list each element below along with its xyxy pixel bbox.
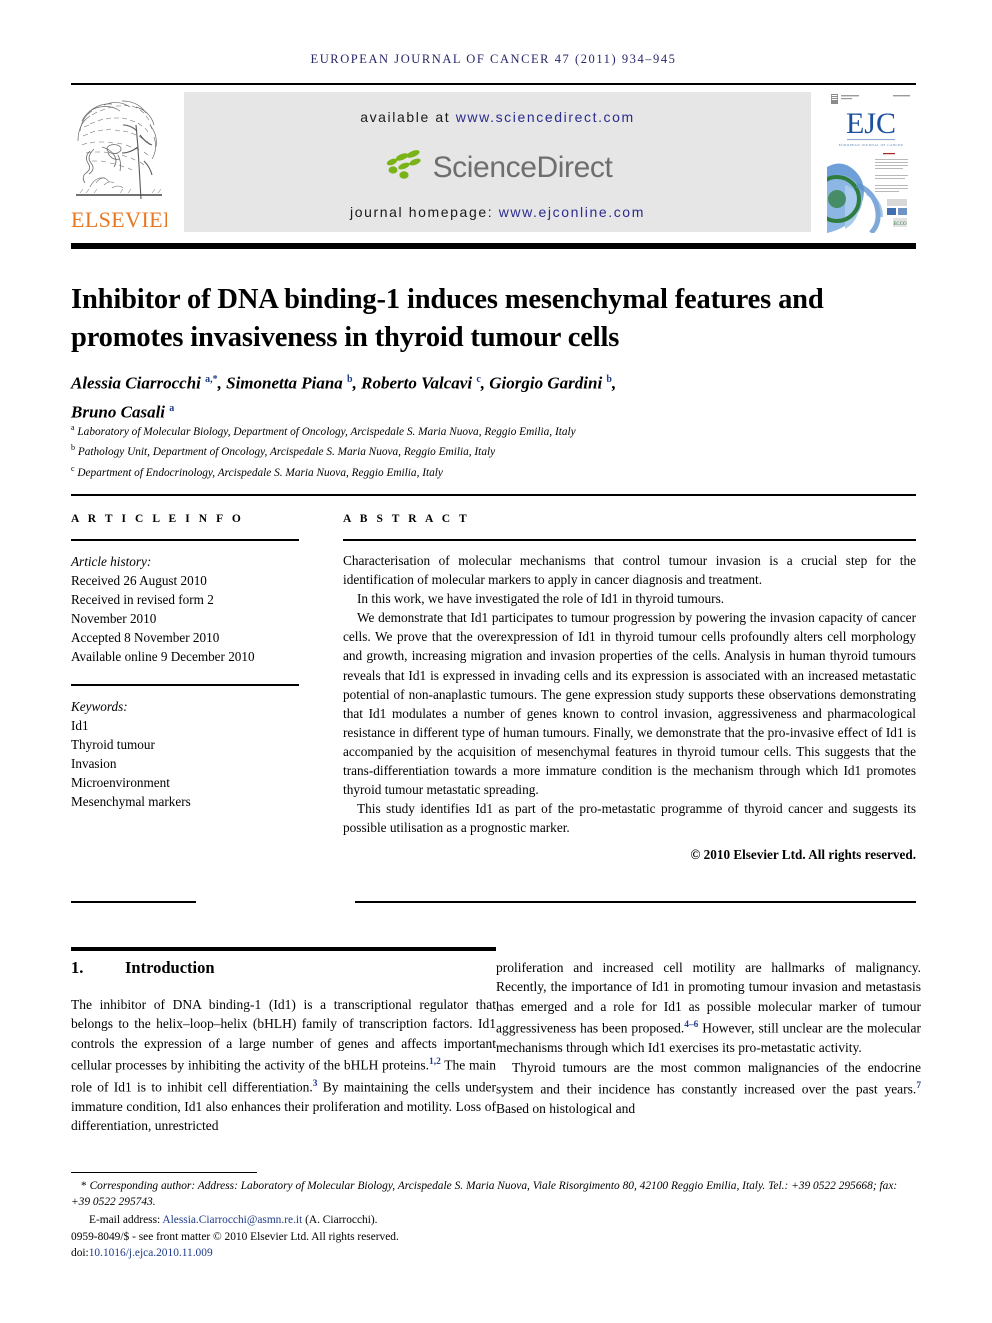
journal-homepage-line: journal homepage: www.ejconline.com: [184, 204, 811, 220]
email-attribution: (A. Ciarrocchi).: [302, 1213, 378, 1226]
body-paragraph: proliferation and increased cell motilit…: [496, 960, 921, 1056]
svg-text:ECCO: ECCO: [893, 222, 907, 227]
article-history-label: Article history:: [71, 554, 152, 569]
keywords-rule: [71, 684, 299, 686]
elsevier-logo: ELSEVIER: [71, 89, 167, 233]
section-heading-introduction: 1. Introduction: [71, 958, 496, 978]
article-info-rule: [71, 539, 299, 541]
svg-text:EUROPEAN JOURNAL OF CANCER: EUROPEAN JOURNAL OF CANCER: [839, 143, 904, 147]
email-label: E-mail address:: [89, 1213, 163, 1226]
available-at-line: available at www.sciencedirect.com: [184, 109, 811, 125]
affiliation-list: a Laboratory of Molecular Biology, Depar…: [71, 420, 911, 481]
available-at-label: available at: [360, 109, 456, 125]
abstract-paragraph: In this work, we have investigated the r…: [357, 591, 725, 607]
article-history-block: Article history: Received 26 August 2010…: [71, 552, 299, 666]
svg-text:EJC: EJC: [846, 107, 896, 140]
keywords-block: Keywords: Id1 Thyroid tumour Invasion Mi…: [71, 697, 299, 811]
keywords-label: Keywords:: [71, 699, 128, 714]
doi-link[interactable]: 10.1016/j.ejca.2010.11.009: [89, 1247, 213, 1259]
sciencedirect-link[interactable]: www.sciencedirect.com: [456, 109, 635, 125]
abstract-paragraph: Characterisation of molecular mechanisms…: [343, 553, 916, 588]
abstract-copyright: © 2010 Elsevier Ltd. All rights reserved…: [690, 847, 916, 863]
section-title-text: Introduction: [125, 958, 215, 977]
introduction-rule: [71, 947, 496, 951]
article-info-heading: A R T I C L E I N F O: [71, 513, 244, 525]
sciencedirect-wordmark: ScienceDirect: [432, 151, 613, 184]
email-line: E-mail address: Alessia.Ciarrocchi@asmn.…: [71, 1212, 916, 1228]
journal-cover-thumbnail: EJC EUROPEAN JOURNAL OF CANCER ECCO: [827, 89, 916, 233]
affiliation-item: a Laboratory of Molecular Biology, Depar…: [71, 423, 576, 438]
info-section-top-divider: [71, 494, 916, 496]
ejconline-link[interactable]: www.ejconline.com: [499, 204, 645, 220]
section-number: 1.: [71, 958, 84, 977]
history-item: Accepted 8 November 2010: [71, 630, 220, 645]
keyword-item: Microenvironment: [71, 775, 170, 790]
article-info-section: A R T I C L E I N F O Article history: R…: [71, 513, 299, 811]
sciencedirect-leaf-icon: [383, 149, 425, 188]
banner-bottom-divider: [71, 243, 916, 249]
keyword-item: Invasion: [71, 756, 117, 771]
affiliation-item: b Pathology Unit, Department of Oncology…: [71, 443, 496, 459]
body-column-right: proliferation and increased cell motilit…: [496, 958, 921, 1118]
publisher-banner: ELSEVIER available at www.sciencedirect.…: [71, 89, 916, 233]
masthead-divider: [71, 83, 916, 85]
author-line-1: Alessia Ciarrocchi a,*, Simonetta Piana …: [71, 373, 617, 393]
email-link[interactable]: Alessia.Ciarrocchi@asmn.re.it: [162, 1214, 302, 1226]
abstract-heading: A B S T R A C T: [343, 513, 470, 525]
abstract-section: A B S T R A C T Characterisation of mole…: [343, 513, 916, 863]
body-divider-right: [355, 901, 916, 903]
page-title: Inhibitor of DNA binding-1 induces mesen…: [71, 284, 824, 354]
sciencedirect-logo[interactable]: ScienceDirect: [184, 144, 811, 192]
history-item: Received 26 August 2010: [71, 573, 207, 588]
abstract-rule: [343, 539, 916, 541]
sciencedirect-strip: available at www.sciencedirect.com Scien…: [184, 92, 811, 232]
doi-line: doi:10.1016/j.ejca.2010.11.009: [71, 1245, 916, 1261]
footnote-divider: [71, 1172, 257, 1173]
homepage-label: journal homepage:: [350, 204, 499, 220]
body-paragraph: The inhibitor of DNA binding-1 (Id1) is …: [71, 997, 496, 1134]
journal-article-page: EUROPEAN JOURNAL OF CANCER 47 (2011) 934…: [0, 0, 992, 1323]
history-item: Available online 9 December 2010: [71, 649, 255, 664]
corresponding-author-marker: *: [81, 1180, 87, 1192]
body-divider-left: [71, 901, 196, 903]
abstract-paragraph: This study identifies Id1 as part of the…: [343, 801, 916, 836]
elsevier-wordmark: ELSEVIER: [71, 207, 167, 232]
elsevier-tree-icon: [74, 91, 164, 203]
corresponding-author-note: * Corresponding author: Address: Laborat…: [71, 1178, 916, 1211]
history-item: Received in revised form 2: [71, 592, 214, 607]
abstract-paragraph: We demonstrate that Id1 participates to …: [343, 610, 916, 798]
journal-citation-line: EUROPEAN JOURNAL OF CANCER 47 (2011) 934…: [310, 52, 677, 66]
keyword-item: Id1: [71, 718, 89, 733]
footnote-section: * Corresponding author: Address: Laborat…: [71, 1178, 916, 1261]
body-paragraph: Thyroid tumours are the most common mali…: [496, 1059, 921, 1116]
doi-label: doi:: [71, 1247, 89, 1260]
keyword-item: Thyroid tumour: [71, 737, 155, 752]
keyword-item: Mesenchymal markers: [71, 794, 191, 809]
issn-copyright-line: 0959-8049/$ - see front matter © 2010 El…: [71, 1230, 399, 1243]
corresponding-author-text: Corresponding author: Address: Laborator…: [71, 1180, 898, 1209]
abstract-body: Characterisation of molecular mechanisms…: [343, 551, 916, 837]
masthead: EUROPEAN JOURNAL OF CANCER 47 (2011) 934…: [71, 52, 916, 67]
author-list: Alessia Ciarrocchi a,*, Simonetta Piana …: [71, 367, 911, 424]
body-column-left: 1. Introduction The inhibitor of DNA bind…: [71, 958, 496, 1136]
affiliation-item: c Department of Endocrinology, Arcispeda…: [71, 463, 443, 479]
history-item: November 2010: [71, 611, 157, 626]
